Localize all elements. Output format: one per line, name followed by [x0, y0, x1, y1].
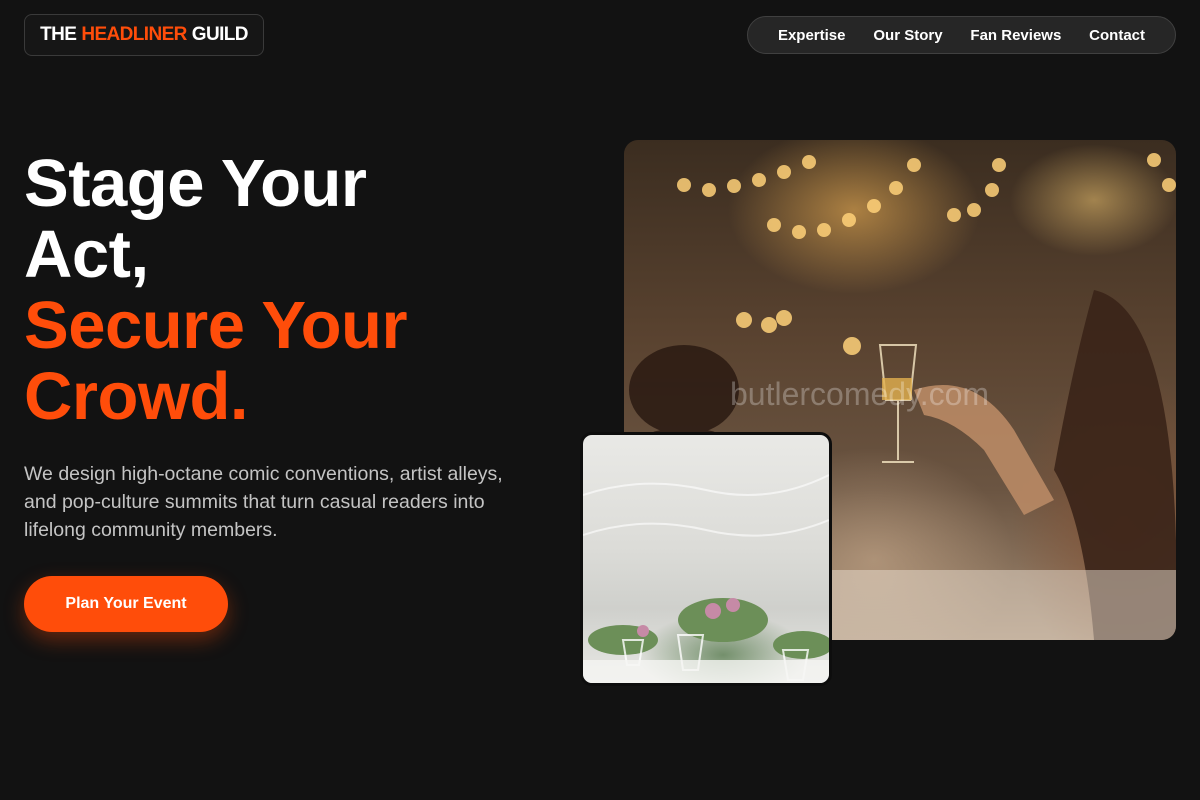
table-setting-illustration — [583, 474, 829, 683]
hero-subtitle: We design high-octane comic conventions,… — [24, 463, 503, 541]
table-setting-image — [580, 432, 832, 686]
hero-headline: Stage Your Act, Secure Your Crowd. — [24, 146, 408, 434]
logo-text-headliner: HEADLINER — [81, 24, 187, 45]
image-watermark: butlercomedy.com — [730, 376, 990, 412]
logo-text-guild: GUILD — [191, 24, 249, 45]
nav-link-our-story[interactable]: Our Story — [873, 27, 942, 44]
headline-line-1: Stage Your — [24, 146, 367, 221]
nav-link-expertise[interactable]: Expertise — [778, 27, 846, 44]
headline-line-4: Crowd. — [24, 359, 249, 434]
site-logo[interactable]: THE HEADLINER GUILD — [24, 14, 264, 56]
headline-line-3: Secure Your — [24, 288, 408, 363]
headline-line-2: Act, — [24, 217, 149, 292]
main-nav: Expertise Our Story Fan Reviews Contact — [747, 16, 1176, 54]
plan-event-button[interactable]: Plan Your Event — [24, 576, 228, 632]
nav-link-contact[interactable]: Contact — [1089, 27, 1145, 44]
nav-link-fan-reviews[interactable]: Fan Reviews — [970, 27, 1061, 44]
logo-text-the: THE — [40, 24, 77, 45]
